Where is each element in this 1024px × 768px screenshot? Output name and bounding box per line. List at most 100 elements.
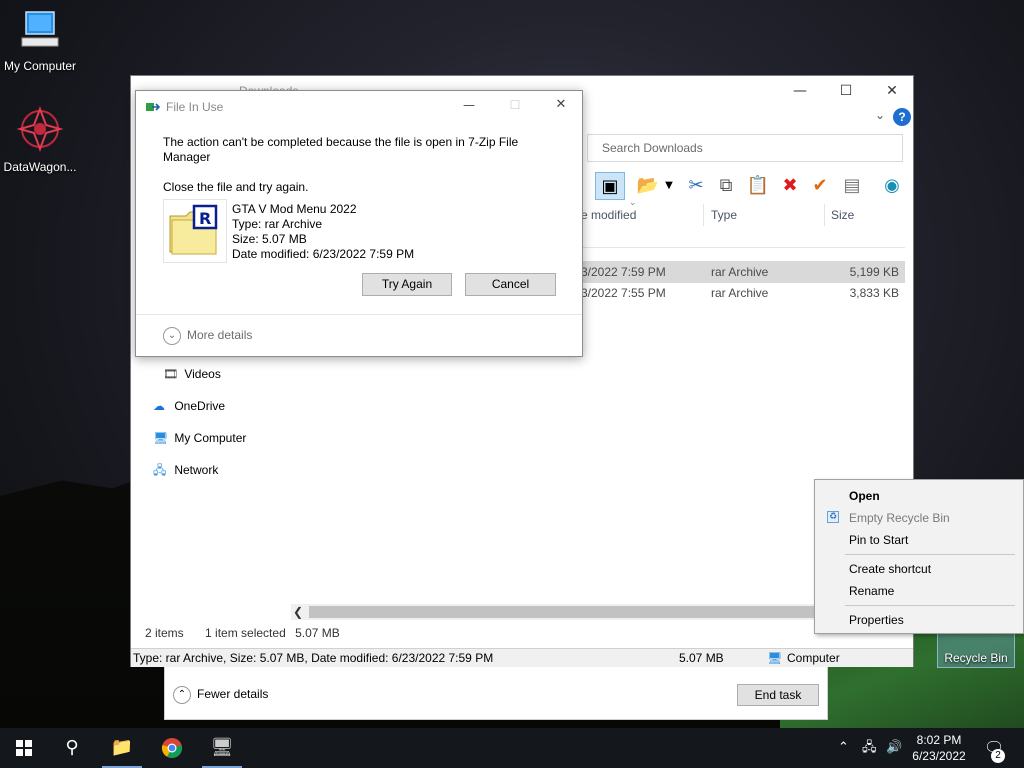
file-type: rar Archive <box>711 265 769 279</box>
check-icon[interactable]: ✔ <box>807 172 833 200</box>
nav-item-label: My Computer <box>174 431 247 445</box>
preview-pane-icon[interactable]: ▣ <box>595 172 625 200</box>
globe-icon[interactable]: ◉ <box>879 172 905 200</box>
column-header-size[interactable]: Size <box>831 204 854 226</box>
fewer-details-toggle[interactable]: ⌃ Fewer details <box>173 686 268 704</box>
chrome-icon[interactable] <box>148 728 196 768</box>
file-explorer-icon[interactable]: 📁 <box>98 728 146 768</box>
dialog-divider <box>136 314 582 315</box>
selection-size: 5.07 MB <box>295 626 340 640</box>
nav-item-onedrive[interactable]: ☁ OneDrive <box>153 395 225 417</box>
minimize-button[interactable]: — <box>446 91 492 119</box>
file-date: 3/2022 7:55 PM <box>581 286 666 300</box>
menu-item-empty-recycle-bin: Empty Recycle Bin <box>849 511 950 525</box>
file-row[interactable]: 3/2022 7:59 PM rar Archive 5,199 KB <box>579 261 905 283</box>
file-info: GTA V Mod Menu 2022 Type: rar Archive Si… <box>232 202 414 262</box>
copy-icon[interactable]: ⧉ <box>713 172 739 200</box>
item-count: 2 items <box>145 626 184 640</box>
task-manager-icon[interactable]: 🖥 <box>198 728 246 768</box>
chrome-logo-icon <box>161 738 183 758</box>
volume-icon[interactable]: 🔊 <box>886 728 902 768</box>
close-button[interactable]: ✕ <box>869 76 915 106</box>
context-menu: Open ♻ Empty Recycle Bin Pin to Start Cr… <box>814 479 1024 634</box>
search-placeholder: Search Downloads <box>602 141 703 155</box>
search-input[interactable]: Search Downloads <box>587 134 903 162</box>
file-row[interactable]: 3/2022 7:55 PM rar Archive 3,833 KB <box>579 282 905 304</box>
delete-icon[interactable]: ✖ <box>777 172 803 200</box>
desktop-icon-label: DataWagon... <box>3 160 77 174</box>
column-header-type[interactable]: Type <box>711 204 737 226</box>
file-name: GTA V Mod Menu 2022 <box>232 202 357 216</box>
desktop-icon-label: My Computer <box>3 59 77 73</box>
help-button[interactable]: ? <box>893 108 911 126</box>
file-size: 5,199 KB <box>849 265 899 279</box>
column-divider <box>824 204 825 226</box>
menu-item-open[interactable]: Open <box>849 489 880 503</box>
file-type: Type: rar Archive <box>232 217 323 231</box>
dialog-instruction: Close the file and try again. <box>163 180 309 194</box>
nav-item-label: Videos <box>184 367 221 381</box>
status-bar: 2 items 1 item selected 5.07 MB <box>145 626 340 640</box>
menu-item-pin-to-start[interactable]: Pin to Start <box>849 533 908 547</box>
clock-date: 6/23/2022 <box>912 749 966 763</box>
maximize-button[interactable]: ☐ <box>823 76 869 106</box>
rar-file-icon: R <box>169 204 218 255</box>
taskbar: ⚲ 📁 🖥 ⌃ 🖧 🔊 8:02 PM 6/23/2022 🗨 2 <box>0 728 1024 768</box>
cut-icon[interactable]: ✂ <box>683 172 709 200</box>
dropdown-arrow-icon[interactable]: ▼ <box>663 172 675 200</box>
file-size: 3,833 KB <box>849 286 899 300</box>
properties-icon[interactable]: ▤ <box>839 172 865 200</box>
notification-count-badge: 2 <box>991 749 1005 763</box>
desktop-icon-label: Recycle Bin <box>944 651 1008 665</box>
chevron-down-icon: ⌄ <box>163 327 181 345</box>
computer-icon: 🖥 <box>153 431 169 445</box>
file-date: 3/2022 7:59 PM <box>581 265 666 279</box>
column-divider <box>703 204 704 226</box>
scroll-left-icon[interactable]: ❮ <box>293 604 303 620</box>
minimize-button[interactable]: — <box>777 76 823 106</box>
scrollbar-thumb[interactable] <box>309 606 899 618</box>
toolbar: ▣ 📂 ▼ ✂ ⧉ 📋 ✖ ✔ ▤ ◉ <box>587 172 913 200</box>
file-modified: Date modified: 6/23/2022 7:59 PM <box>232 247 415 261</box>
cancel-button[interactable]: Cancel <box>465 273 556 296</box>
file-transfer-icon <box>146 103 160 111</box>
chevron-up-icon: ⌃ <box>173 686 191 704</box>
try-again-button[interactable]: Try Again <box>362 273 452 296</box>
fewer-details-label: Fewer details <box>197 687 269 702</box>
menu-item-create-shortcut[interactable]: Create shortcut <box>849 562 931 576</box>
details-size: 5.07 MB <box>679 651 724 665</box>
end-task-button[interactable]: End task <box>737 684 819 706</box>
details-location: Computer <box>787 651 840 665</box>
search-icon[interactable]: ⚲ <box>48 728 96 768</box>
close-button[interactable]: ✕ <box>538 91 584 119</box>
menu-item-rename[interactable]: Rename <box>849 584 894 598</box>
group-divider <box>579 247 905 248</box>
paste-icon[interactable]: 📋 <box>745 172 771 200</box>
file-thumbnail: R <box>163 199 227 263</box>
start-button[interactable] <box>0 728 48 768</box>
menu-item-properties[interactable]: Properties <box>849 613 904 627</box>
menu-separator <box>845 554 1015 555</box>
nav-item-label: OneDrive <box>174 399 226 413</box>
desktop-icon-datawagon[interactable]: DataWagon... <box>0 105 80 174</box>
desktop-icon-my-computer[interactable]: My Computer <box>0 8 80 73</box>
network-tray-icon[interactable]: 🖧 <box>862 728 877 768</box>
new-folder-icon[interactable]: 📂 <box>635 172 661 200</box>
maximize-button: ☐ <box>509 98 521 112</box>
nav-item-videos[interactable]: 🎞 Videos <box>163 363 221 385</box>
network-icon: 🖧 <box>153 463 167 477</box>
more-details-toggle[interactable]: ⌄ More details <box>163 327 252 345</box>
clock[interactable]: 8:02 PM 6/23/2022 <box>904 732 974 764</box>
chevron-down-icon[interactable]: ⌄ <box>875 108 885 122</box>
dialog-title: File In Use <box>166 100 224 114</box>
show-hidden-icons-chevron-icon[interactable]: ⌃ <box>838 728 849 768</box>
file-type: rar Archive <box>711 286 769 300</box>
windows-logo-icon <box>16 740 32 756</box>
more-details-label: More details <box>187 328 253 343</box>
file-size: Size: 5.07 MB <box>232 232 307 246</box>
nav-item-network[interactable]: 🖧 Network <box>153 459 218 481</box>
onedrive-icon: ☁ <box>153 399 165 413</box>
nav-item-label: Network <box>174 463 219 477</box>
nav-item-my-computer[interactable]: 🖥 My Computer <box>153 427 246 449</box>
videos-icon: 🎞 <box>163 367 179 381</box>
